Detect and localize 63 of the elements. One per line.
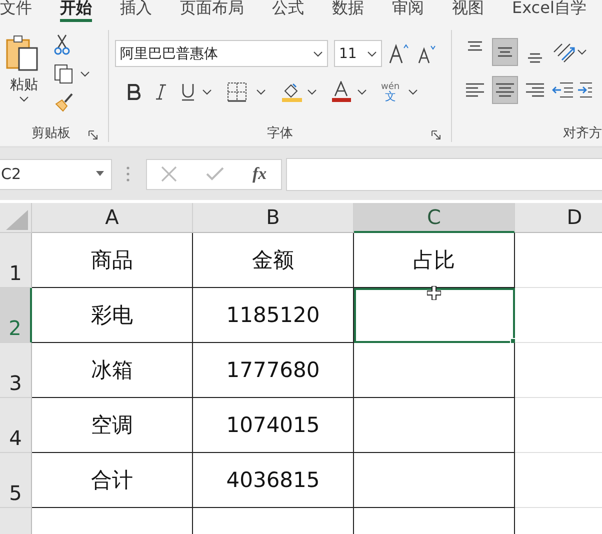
table-cell: 1074015 (193, 398, 354, 453)
caret-icon[interactable] (408, 89, 418, 95)
vertical-align-button[interactable] (492, 38, 518, 66)
phonetic-guide-button[interactable]: wén 文 (381, 82, 400, 102)
table-cell: 4036815 (193, 453, 354, 508)
horizontal-align-button[interactable] (492, 76, 518, 104)
table-cell: 彩电 (32, 288, 193, 343)
scissors-icon[interactable] (54, 34, 70, 56)
group-label: 字体 (267, 125, 293, 142)
font-size-field[interactable]: 11 (334, 40, 382, 67)
bold-icon[interactable] (127, 84, 141, 100)
row-header[interactable]: 5 (0, 453, 32, 508)
align-lines-icon (495, 83, 515, 97)
table-cell: 金额 (193, 233, 354, 288)
table-cell: 商品 (32, 233, 193, 288)
ribbon-tab[interactable]: 页面布局 (180, 0, 244, 22)
group-label: 剪贴板 (32, 125, 70, 142)
font-color-icon[interactable] (331, 81, 367, 103)
caret-icon (367, 50, 377, 56)
align-lines-icon (467, 41, 483, 51)
formula-input[interactable] (286, 158, 602, 190)
column-header[interactable]: B (193, 203, 354, 233)
dialog-launcher-icon[interactable] (88, 130, 98, 140)
caret-icon (19, 96, 29, 102)
column-header[interactable]: A (32, 203, 193, 233)
fill-color-icon[interactable] (281, 81, 317, 103)
italic-icon[interactable] (155, 84, 167, 100)
row-header[interactable]: 2 (0, 288, 32, 343)
table-cell: 冰箱 (32, 343, 193, 398)
table-cell: 空调 (32, 398, 193, 453)
decrease-indent-icon[interactable] (552, 80, 574, 100)
paste-button[interactable]: 粘贴 (0, 34, 48, 120)
ribbon-tab[interactable]: 公式 (272, 0, 304, 22)
caret-icon (95, 171, 105, 177)
table-cell: 1185120 (193, 288, 354, 343)
group-label: 对齐方 (563, 125, 602, 142)
align-lines-icon (525, 83, 545, 97)
grip-icon (126, 166, 130, 182)
table-cell: 合计 (32, 453, 193, 508)
ribbon-tab[interactable]: 视图 (452, 0, 484, 22)
format-painter-icon[interactable] (54, 92, 74, 112)
underline-icon[interactable] (181, 83, 213, 101)
row-header[interactable]: 4 (0, 398, 32, 453)
copy-icon[interactable] (54, 64, 90, 84)
ribbon-tab[interactable]: 数据 (332, 0, 364, 22)
ribbon-tab[interactable]: 插入 (120, 0, 152, 22)
ribbon-tab[interactable]: Excel自学 (512, 0, 586, 22)
align-lines-icon (465, 83, 485, 97)
grow-font-icon[interactable] (388, 42, 410, 64)
align-lines-icon (527, 53, 543, 63)
name-box[interactable]: C2 (0, 158, 112, 190)
font-name-field[interactable]: 阿里巴巴普惠体 (115, 40, 328, 67)
row-header[interactable]: 3 (0, 343, 32, 398)
increase-indent-icon[interactable] (578, 80, 592, 100)
dialog-launcher-icon[interactable] (431, 130, 441, 140)
caret-icon (313, 50, 323, 56)
table-cell: 1777680 (193, 343, 354, 398)
borders-icon[interactable] (227, 82, 267, 102)
align-lines-icon (497, 47, 513, 57)
column-header[interactable]: C (354, 203, 515, 233)
insert-function-button[interactable]: fx (252, 164, 267, 184)
table-cell: 占比 (354, 233, 515, 288)
row-header[interactable]: 1 (0, 233, 32, 288)
